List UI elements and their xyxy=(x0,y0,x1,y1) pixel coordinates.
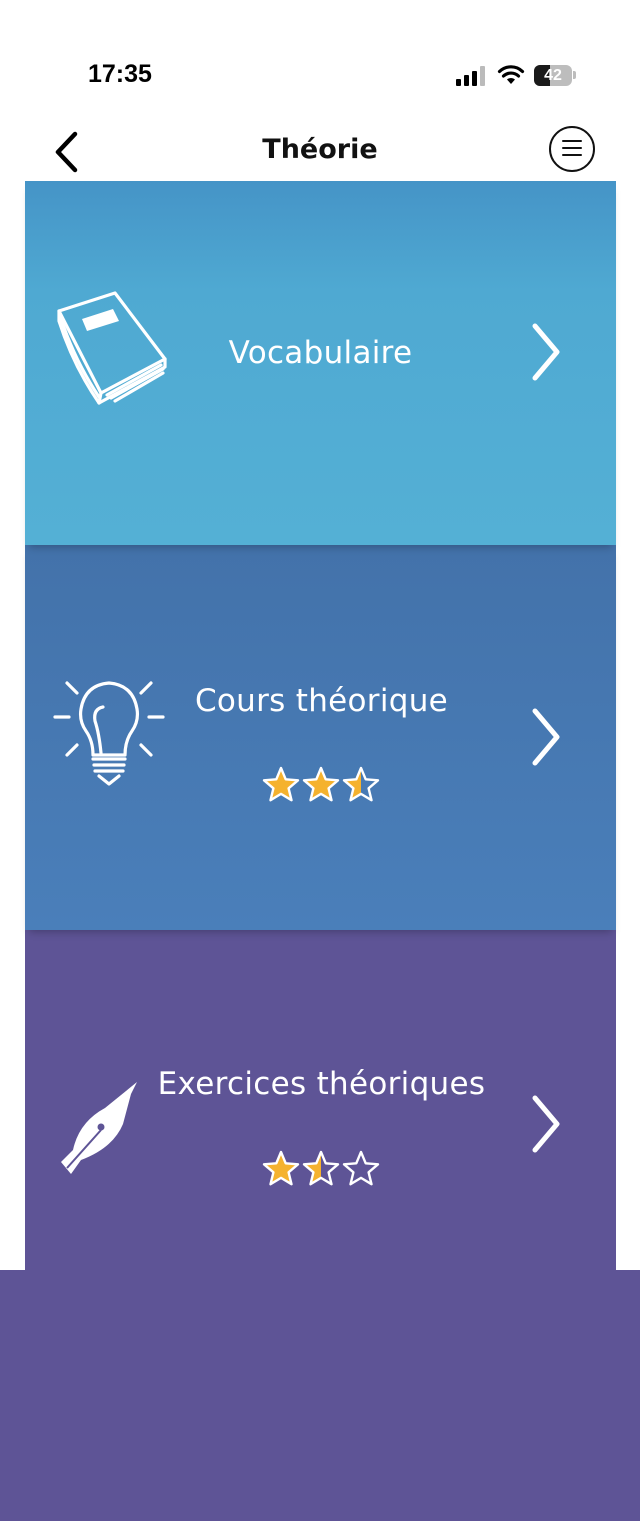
bottom-background xyxy=(0,1270,640,1521)
status-time: 17:35 xyxy=(88,60,152,88)
battery-level: 42 xyxy=(544,67,562,84)
chevron-right-icon xyxy=(532,1095,560,1153)
battery-icon: 42 xyxy=(534,65,572,86)
page-title: Théorie xyxy=(262,134,378,165)
exercices-theoriques-card[interactable]: Exercices théoriques xyxy=(25,930,616,1280)
battery-cap xyxy=(573,71,576,79)
menu-button[interactable] xyxy=(549,126,595,172)
hamburger-icon-line xyxy=(562,154,582,156)
star-half-icon xyxy=(302,1150,339,1186)
cours-rating xyxy=(25,765,616,805)
chevron-right-icon xyxy=(532,708,560,766)
vocabulaire-label: Vocabulaire xyxy=(228,335,413,371)
star-full-icon xyxy=(262,766,299,802)
nav-bar: Théorie xyxy=(0,110,640,182)
exercices-theoriques-label: Exercices théoriques xyxy=(157,1066,486,1102)
exercices-rating xyxy=(25,1149,616,1189)
hamburger-icon-line xyxy=(562,140,582,142)
star-half-icon xyxy=(342,766,379,802)
star-full-icon xyxy=(262,1150,299,1186)
wifi-icon xyxy=(497,65,525,84)
status-bar: 17:35 42 xyxy=(0,0,640,110)
chevron-right-icon xyxy=(532,323,560,381)
cours-theorique-label: Cours théorique xyxy=(194,683,449,719)
star-full-icon xyxy=(302,766,339,802)
signal-icon xyxy=(456,66,485,86)
hamburger-icon-line xyxy=(562,147,582,149)
star-empty-icon xyxy=(342,1150,379,1186)
vocabulaire-card[interactable]: Vocabulaire xyxy=(25,181,616,545)
cours-theorique-card[interactable]: Cours théorique xyxy=(25,545,616,930)
